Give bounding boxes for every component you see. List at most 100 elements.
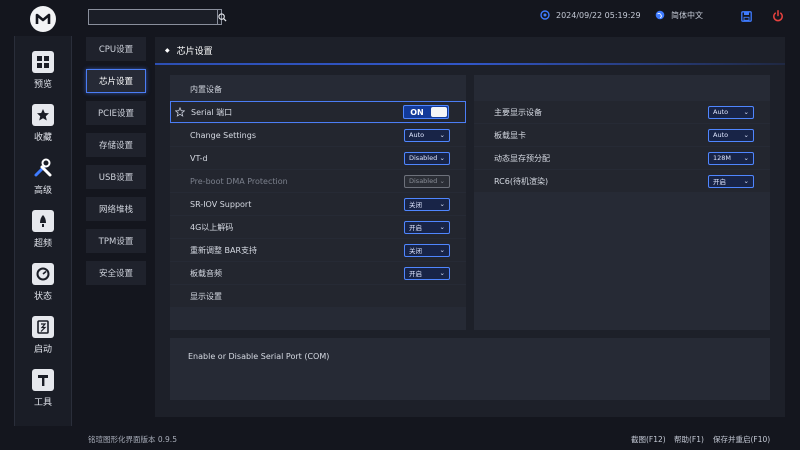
setting-row-display-settings[interactable]: 显示设置 bbox=[170, 285, 466, 307]
setting-label: Serial 端口 bbox=[191, 107, 233, 117]
search-input[interactable] bbox=[89, 10, 217, 24]
setting-row-serial-port[interactable]: Serial 端口 ON bbox=[170, 101, 466, 123]
dropdown-value: Disabled bbox=[409, 154, 438, 162]
help-description-text: Enable or Disable Serial Port (COM) bbox=[188, 352, 330, 361]
top-bar: 2024/09/22 05:19:29 简体中文 bbox=[0, 0, 800, 36]
sidebar-item-label: 超频 bbox=[33, 239, 52, 249]
section-header-display: 显示设置 bbox=[190, 291, 222, 301]
sidebar-item-tools[interactable]: 工具 bbox=[15, 362, 71, 415]
change-settings-dropdown[interactable]: Auto ⌄ bbox=[404, 128, 450, 142]
dropdown-value: Auto bbox=[713, 108, 729, 116]
gear-icon bbox=[540, 10, 550, 20]
chevron-down-icon: ⌄ bbox=[439, 200, 445, 208]
setting-row-sr-iov[interactable]: SR-IOV Support 关闭 ⌄ bbox=[170, 193, 466, 215]
language-selector[interactable]: 简体中文 bbox=[655, 8, 703, 22]
sidebar-item-overclock[interactable]: 超频 bbox=[15, 203, 71, 256]
help-button[interactable]: 帮助(F1) bbox=[674, 434, 704, 445]
datetime-display: 2024/09/22 05:19:29 bbox=[540, 8, 641, 22]
search-button[interactable] bbox=[217, 10, 227, 24]
setting-label: 主要显示设备 bbox=[494, 107, 542, 117]
sidebar-item-preview[interactable]: 预览 bbox=[15, 44, 71, 97]
section-header-onboard: 内置设备 bbox=[190, 85, 222, 94]
sidebar-item-label: 收藏 bbox=[33, 133, 52, 143]
search-icon bbox=[218, 12, 227, 22]
dropdown-value: Auto bbox=[409, 131, 425, 139]
save-restart-button[interactable]: 保存并重启(F10) bbox=[713, 434, 770, 445]
subnav-item-tpm[interactable]: TPM设置 bbox=[86, 229, 146, 253]
gauge-icon bbox=[32, 263, 54, 285]
dropdown-value: 开启 bbox=[409, 270, 422, 278]
sidebar-item-label: 工具 bbox=[33, 398, 52, 408]
language-label: 简体中文 bbox=[671, 10, 703, 20]
subnav-item-cpu[interactable]: CPU设置 bbox=[86, 37, 146, 61]
subnav-item-storage[interactable]: 存储设置 bbox=[86, 133, 146, 157]
setting-row-dvmt-prealloc[interactable]: 动态显存预分配 128M ⌄ bbox=[474, 147, 770, 169]
subnav-item-usb[interactable]: USB设置 bbox=[86, 165, 146, 189]
settings-column-right: 主要显示设备 Auto ⌄ 板载显卡 Auto ⌄ 动态显存预分配 128M ⌄ RC… bbox=[474, 75, 770, 330]
setting-label: 动态显存预分配 bbox=[494, 153, 550, 163]
sidebar-item-label: 高级 bbox=[33, 186, 52, 196]
toggle-knob bbox=[431, 107, 447, 117]
setting-label: Pre-boot DMA Protection bbox=[190, 176, 288, 186]
setting-row-above-4g[interactable]: 4G以上解码 开启 ⌄ bbox=[170, 216, 466, 238]
onboard-audio-dropdown[interactable]: 开启 ⌄ bbox=[404, 266, 450, 280]
dropdown-value: 开启 bbox=[409, 224, 422, 232]
power-button[interactable] bbox=[772, 9, 790, 23]
sidebar-item-boot[interactable]: 启动 bbox=[15, 309, 71, 362]
setting-row-onboard-audio[interactable]: 板载音频 开启 ⌄ bbox=[170, 262, 466, 284]
sidebar-item-advanced[interactable]: 高级 bbox=[15, 150, 71, 203]
dropdown-value: Disabled bbox=[409, 177, 438, 185]
above-4g-dropdown[interactable]: 开启 ⌄ bbox=[404, 220, 450, 234]
search-box bbox=[88, 9, 227, 25]
chevron-down-icon: ⌄ bbox=[743, 108, 749, 116]
setting-row-resizable-bar[interactable]: 重新调整 BAR支持 关闭 ⌄ bbox=[170, 239, 466, 261]
setting-label: VT-d bbox=[190, 153, 208, 163]
vt-d-dropdown[interactable]: Disabled ⌄ bbox=[404, 151, 450, 165]
setting-row-vt-d[interactable]: VT-d Disabled ⌄ bbox=[170, 147, 466, 169]
setting-row-change-settings[interactable]: Change Settings Auto ⌄ bbox=[170, 124, 466, 146]
dropdown-value: 开启 bbox=[713, 178, 726, 186]
rc6-dropdown[interactable]: 开启 ⌄ bbox=[708, 174, 754, 188]
resizable-bar-dropdown[interactable]: 关闭 ⌄ bbox=[404, 243, 450, 257]
onboard-graphics-dropdown[interactable]: Auto ⌄ bbox=[708, 128, 754, 142]
subnav-item-security[interactable]: 安全设置 bbox=[86, 261, 146, 285]
diamond-icon: ◆ bbox=[165, 47, 170, 54]
setting-row-preboot-dma: Pre-boot DMA Protection Disabled ⌄ bbox=[170, 170, 466, 192]
chevron-down-icon: ⌄ bbox=[743, 177, 749, 185]
rocket-icon bbox=[32, 210, 54, 232]
grid-icon bbox=[32, 51, 54, 73]
dropdown-value: Auto bbox=[713, 131, 729, 139]
version-label: 铭瑄图形化界面版本 0.9.5 bbox=[88, 435, 177, 444]
screenshot-button[interactable]: 截图(F12) bbox=[631, 434, 666, 445]
power-icon bbox=[773, 10, 783, 22]
wrench-icon bbox=[32, 157, 54, 179]
page-title-text: 芯片设置 bbox=[176, 47, 213, 57]
primary-display-dropdown[interactable]: Auto ⌄ bbox=[708, 105, 754, 119]
hammer-icon bbox=[32, 369, 54, 391]
boot-icon bbox=[32, 316, 54, 338]
setting-row-onboard-graphics[interactable]: 板载显卡 Auto ⌄ bbox=[474, 124, 770, 146]
save-icon bbox=[741, 10, 752, 22]
save-button[interactable] bbox=[741, 9, 758, 23]
setting-label: 重新调整 BAR支持 bbox=[190, 245, 258, 255]
sidebar-item-status[interactable]: 状态 bbox=[15, 256, 71, 309]
chevron-down-icon: ⌄ bbox=[743, 154, 749, 162]
sidebar-item-favorites[interactable]: 收藏 bbox=[15, 97, 71, 150]
sr-iov-dropdown[interactable]: 关闭 ⌄ bbox=[404, 197, 450, 211]
setting-label: Change Settings bbox=[190, 130, 256, 140]
subnav-item-chipset[interactable]: 芯片设置 bbox=[86, 69, 146, 93]
star-icon bbox=[32, 104, 54, 126]
dvmt-prealloc-dropdown[interactable]: 128M ⌄ bbox=[708, 151, 754, 165]
sidebar-item-label: 状态 bbox=[33, 292, 52, 302]
chevron-down-icon: ⌄ bbox=[439, 246, 445, 254]
setting-row-primary-display[interactable]: 主要显示设备 Auto ⌄ bbox=[474, 101, 770, 123]
subnav-item-pcie[interactable]: PCIE设置 bbox=[86, 101, 146, 125]
serial-port-toggle[interactable]: ON bbox=[403, 105, 449, 119]
setting-row-rc6[interactable]: RC6(待机渲染) 开启 ⌄ bbox=[474, 170, 770, 192]
chevron-down-icon: ⌄ bbox=[439, 131, 445, 139]
subnav-item-network[interactable]: 网络堆栈 bbox=[86, 197, 146, 221]
datetime-text: 2024/09/22 05:19:29 bbox=[556, 10, 641, 20]
setting-label: 板载音频 bbox=[190, 268, 222, 278]
title-divider bbox=[155, 63, 785, 65]
favorite-star-icon[interactable] bbox=[175, 107, 185, 117]
